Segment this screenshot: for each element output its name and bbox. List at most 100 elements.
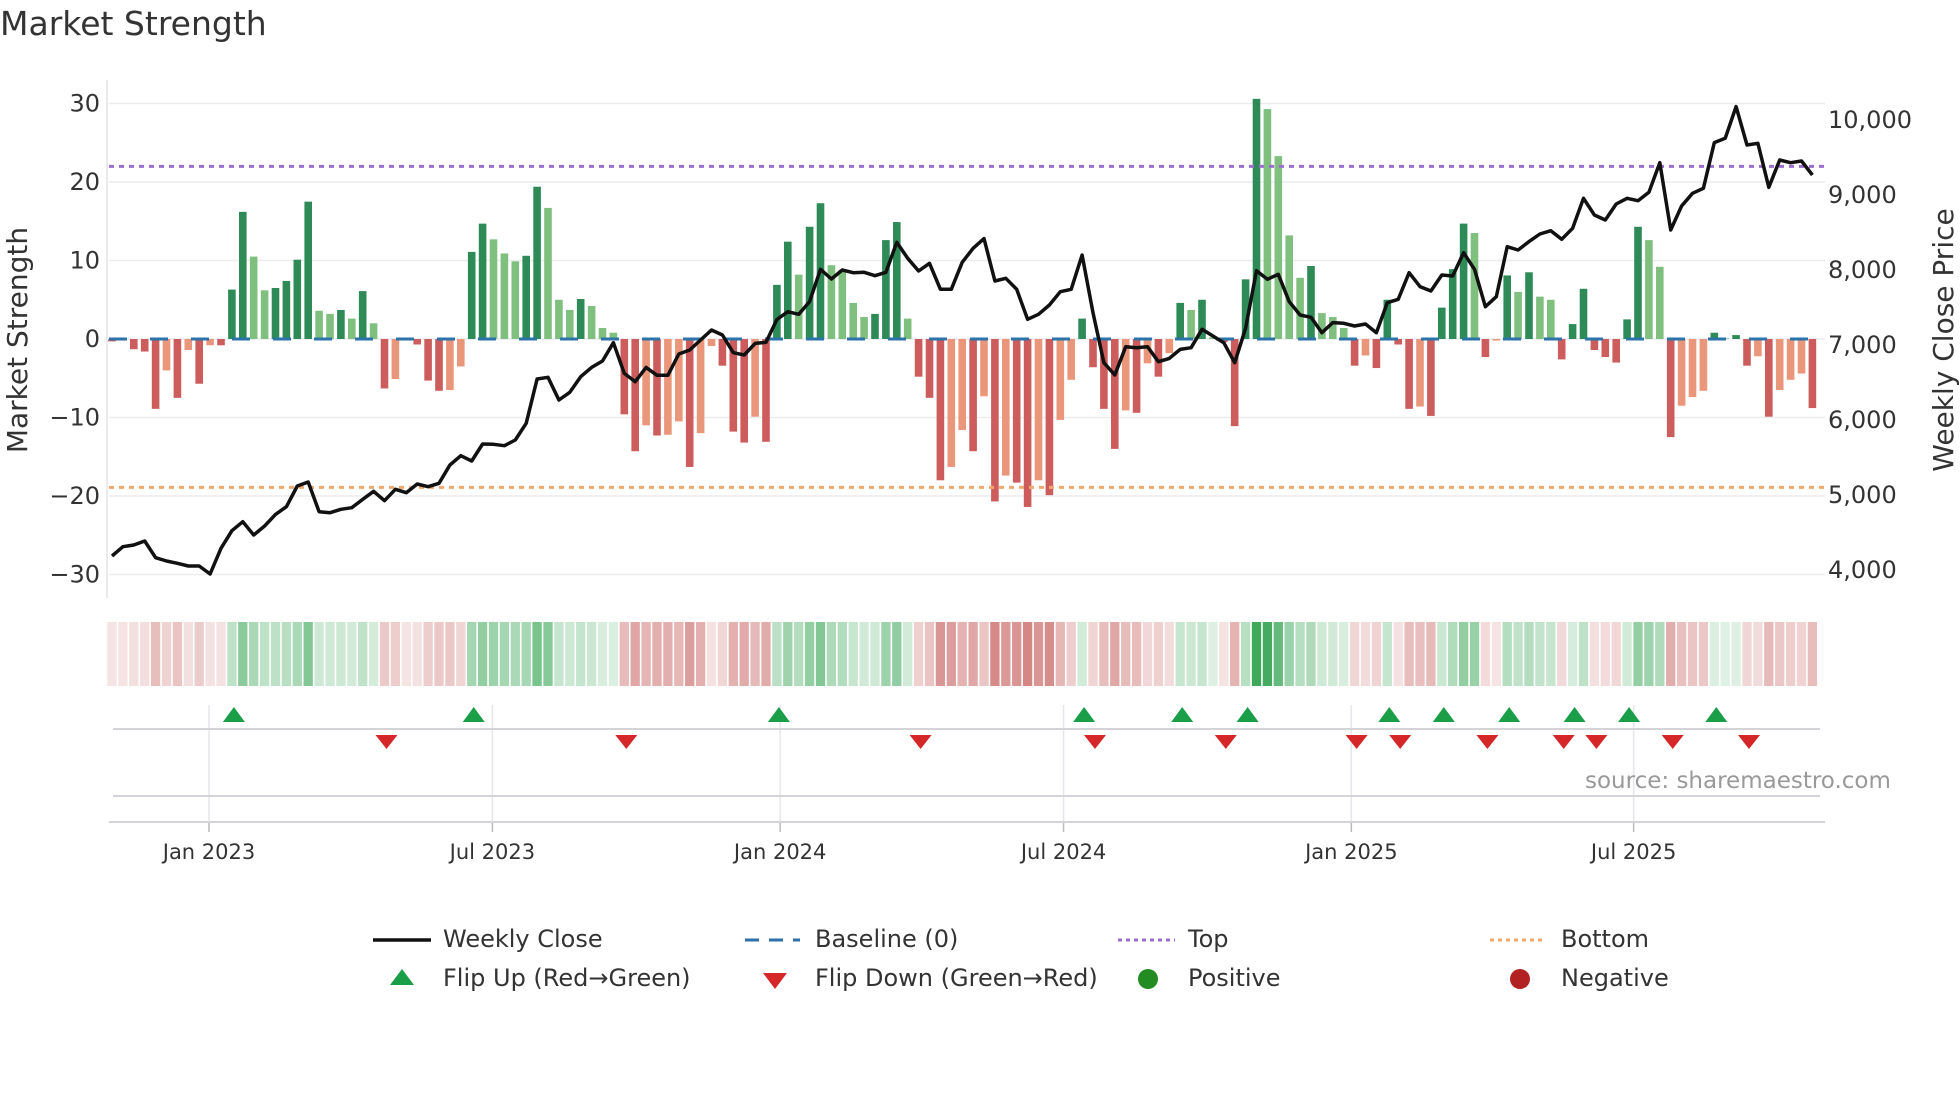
strength-bar — [457, 339, 465, 367]
heat-cell — [1622, 622, 1632, 686]
heat-cell — [1491, 622, 1501, 686]
strength-bar — [838, 269, 847, 339]
heat-cell — [1720, 622, 1730, 686]
strength-bar — [1557, 339, 1566, 360]
flip-down-marker — [1084, 735, 1106, 749]
strength-bar — [348, 318, 356, 339]
heat-cell — [663, 622, 673, 686]
strength-bar — [664, 339, 672, 435]
strength-bar — [1612, 339, 1620, 363]
strength-bar — [860, 317, 868, 339]
strength-bar — [162, 339, 171, 371]
strength-bar — [685, 339, 694, 467]
strength-bar — [326, 313, 334, 339]
strength-bar — [478, 223, 487, 339]
heat-cell — [1284, 622, 1294, 686]
strength-bar — [1590, 339, 1599, 350]
heat-cell — [1164, 622, 1174, 686]
heat-cell — [379, 622, 390, 686]
strength-bar — [228, 289, 236, 339]
x-tick-label: Jul 2025 — [1589, 840, 1676, 864]
strength-bar — [1416, 339, 1424, 407]
strength-bar — [969, 339, 977, 452]
heat-cell — [728, 622, 738, 686]
heat-cell — [892, 622, 902, 686]
flip-up-marker — [1705, 707, 1728, 722]
strength-bar — [1034, 339, 1043, 481]
strength-bar — [1481, 339, 1490, 358]
heat-cell — [739, 622, 749, 686]
strength-bar — [1187, 309, 1195, 339]
strength-bar — [184, 339, 193, 350]
strength-bar — [1285, 235, 1293, 339]
heat-cell — [1644, 622, 1654, 686]
y2-tick-label: 7,000 — [1828, 331, 1897, 359]
heat-cell — [434, 622, 444, 686]
heat-cell — [1393, 622, 1403, 686]
flip-down-marker — [1476, 735, 1499, 749]
heat-cell — [1633, 622, 1643, 686]
heat-cell — [1731, 622, 1741, 686]
heat-cell — [1807, 622, 1818, 686]
heat-cell — [1230, 622, 1240, 686]
heat-cell — [1676, 622, 1687, 686]
strength-bar — [958, 339, 966, 431]
strength-bar — [1808, 339, 1817, 409]
strength-bar — [1623, 319, 1631, 339]
heat-cell — [1535, 622, 1545, 686]
strength-bar — [773, 284, 781, 339]
heat-cell — [1262, 622, 1273, 686]
heat-cell — [597, 622, 608, 686]
heat-cell — [1186, 622, 1196, 686]
heat-cell — [488, 622, 499, 686]
strength-bar — [1492, 339, 1501, 341]
heat-cell — [499, 622, 510, 686]
strength-bar — [882, 240, 890, 339]
heat-cell — [1153, 622, 1164, 686]
strength-bar — [1329, 317, 1337, 339]
heat-cell — [903, 622, 913, 686]
flip-down-marker — [1389, 735, 1412, 749]
heat-cell — [1219, 622, 1229, 686]
strength-bar — [784, 241, 792, 339]
heat-cell — [1306, 622, 1316, 686]
strength-bar — [925, 339, 934, 398]
heat-cell — [554, 622, 564, 686]
flip-up-marker — [1236, 707, 1259, 722]
heat-cell — [1142, 622, 1153, 686]
strength-bar — [1470, 233, 1479, 339]
strength-bar — [1361, 339, 1370, 356]
strength-bar — [282, 280, 291, 339]
heat-cell — [1099, 622, 1109, 686]
strength-bar — [642, 339, 650, 426]
strength-bar — [271, 287, 280, 339]
strength-bar — [467, 251, 476, 339]
strength-bar — [1176, 302, 1184, 339]
strength-bar — [1165, 339, 1174, 354]
heat-cell — [1611, 622, 1621, 686]
heat-cell — [935, 622, 946, 686]
heat-cell — [674, 622, 684, 686]
heat-cell — [990, 622, 1000, 686]
heat-cell — [586, 622, 597, 686]
strength-bar — [1023, 339, 1032, 507]
strength-bar — [762, 339, 770, 442]
flip-down-marker — [1661, 735, 1684, 749]
strength-bar — [1786, 339, 1795, 380]
heat-cell — [1240, 622, 1251, 686]
strength-bar — [1775, 339, 1784, 391]
strength-bar — [1427, 339, 1435, 416]
heat-cell — [216, 622, 226, 686]
y-tick-label: 0 — [85, 325, 100, 353]
heat-cell — [1753, 622, 1763, 686]
heat-cell — [1033, 622, 1044, 686]
flip-down-marker — [1552, 735, 1575, 749]
strength-bar — [1579, 288, 1588, 339]
strength-bar — [707, 339, 716, 347]
heat-cell — [1012, 622, 1022, 686]
heat-cell — [652, 622, 662, 686]
strength-bar — [1568, 324, 1577, 339]
strength-bar — [1743, 339, 1751, 366]
strength-bar — [555, 299, 563, 339]
y-tick-label: −10 — [49, 403, 100, 431]
